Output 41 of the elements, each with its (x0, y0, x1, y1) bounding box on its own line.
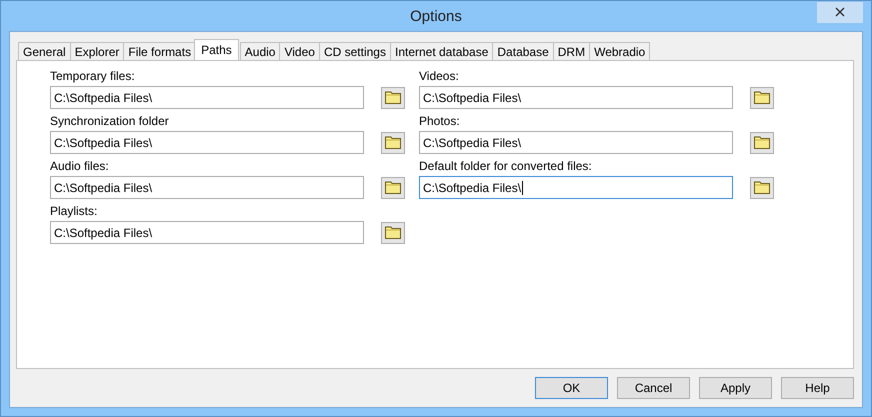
field-label: Temporary files: (50, 69, 136, 84)
folder-icon (385, 226, 401, 239)
tab[interactable]: CD settings (318, 42, 391, 60)
path-field[interactable]: C:\Softpedia Files\ (50, 221, 364, 244)
path-field[interactable]: C:\Softpedia Files\ (419, 176, 733, 199)
path-field[interactable]: C:\Softpedia Files\ (50, 131, 364, 154)
path-field[interactable]: C:\Softpedia Files\ (419, 86, 733, 109)
dialog-button[interactable]: Help (781, 377, 854, 399)
folder-icon (754, 181, 770, 194)
path-field[interactable]: C:\Softpedia Files\ (419, 131, 733, 154)
path-field[interactable]: C:\Softpedia Files\ (50, 86, 364, 109)
folder-icon (754, 136, 770, 149)
dialog-button[interactable]: Apply (699, 377, 772, 399)
folder-icon (754, 91, 770, 104)
browse-button[interactable] (381, 176, 405, 198)
browse-button[interactable] (381, 132, 405, 154)
tab[interactable]: Audio (240, 42, 280, 60)
field-label: Synchronization folder (50, 114, 170, 129)
browse-button[interactable] (381, 222, 405, 244)
field-label: Default folder for converted files: (419, 159, 593, 174)
close-icon (835, 7, 845, 17)
browse-button[interactable] (381, 86, 405, 108)
folder-icon (385, 136, 401, 149)
dialog-button[interactable]: OK (535, 377, 608, 399)
tab[interactable]: Webradio (589, 42, 650, 60)
field-label: Playlists: (50, 204, 98, 219)
tab[interactable]: Explorer (70, 42, 124, 60)
close-button[interactable] (817, 2, 863, 22)
dialog-button[interactable]: Cancel (617, 377, 690, 399)
field-label: Audio files: (50, 159, 110, 174)
folder-icon (385, 181, 401, 194)
field-label: Photos: (419, 114, 461, 129)
tab[interactable]: Paths (194, 39, 239, 60)
field-label: Videos: (419, 69, 460, 84)
folder-icon (385, 91, 401, 104)
tab[interactable]: General (18, 42, 71, 60)
browse-button[interactable] (750, 86, 774, 108)
window-title: Options (409, 8, 463, 24)
path-field[interactable]: C:\Softpedia Files\ (50, 176, 364, 199)
browse-button[interactable] (750, 176, 774, 198)
browse-button[interactable] (750, 132, 774, 154)
